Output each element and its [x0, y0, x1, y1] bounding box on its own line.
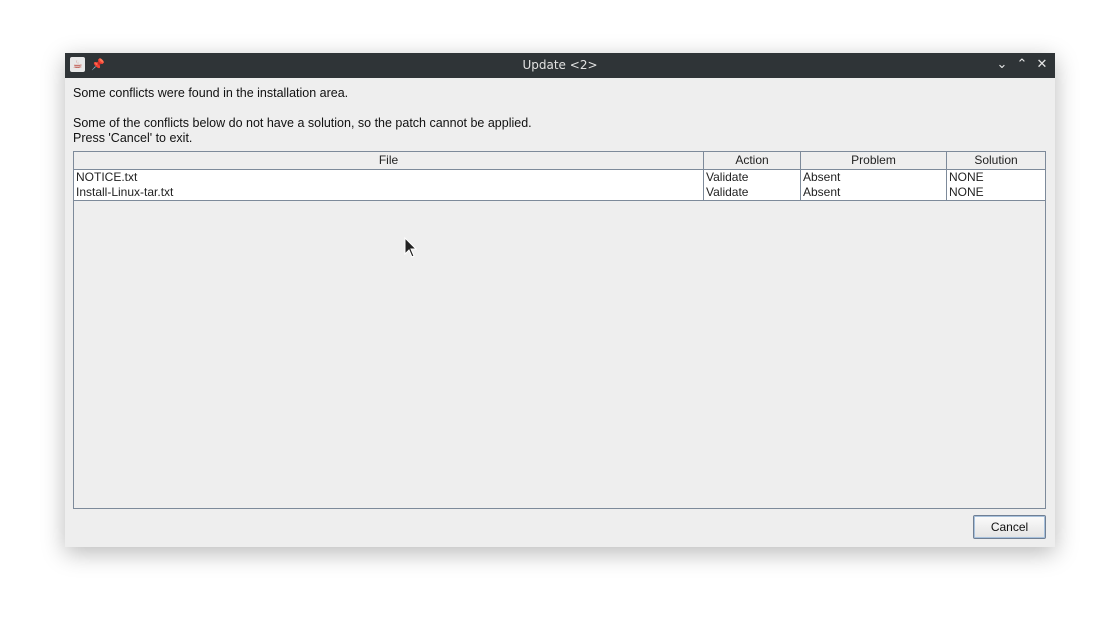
- column-header-solution[interactable]: Solution: [947, 152, 1045, 169]
- cell-action[interactable]: Validate: [704, 170, 801, 185]
- conflicts-table[interactable]: File Action Problem Solution NOTICE.txt …: [73, 151, 1046, 509]
- table-header: File Action Problem Solution: [74, 152, 1045, 170]
- minimize-button[interactable]: ⌄: [994, 57, 1010, 73]
- column-header-problem[interactable]: Problem: [801, 152, 947, 169]
- cell-file[interactable]: Install-Linux-tar.txt: [74, 185, 704, 200]
- no-solution-message: Some of the conflicts below do not have …: [73, 116, 532, 130]
- conflict-message: Some conflicts were found in the install…: [73, 86, 349, 100]
- cell-action[interactable]: Validate: [704, 185, 801, 200]
- mouse-pointer-icon: [404, 237, 418, 258]
- exit-instruction: Press 'Cancel' to exit.: [73, 131, 193, 145]
- cell-solution[interactable]: NONE: [947, 170, 1045, 185]
- table-row[interactable]: NOTICE.txt Validate Absent NONE: [74, 170, 1045, 186]
- table-row[interactable]: Install-Linux-tar.txt Validate Absent NO…: [74, 185, 1045, 201]
- window-title: Update <2>: [522, 58, 598, 72]
- update-dialog: ☕ 📌 Update <2> ⌄ ⌃ ✕ Some conflicts were…: [65, 53, 1055, 547]
- cell-solution[interactable]: NONE: [947, 185, 1045, 200]
- column-header-file[interactable]: File: [74, 152, 704, 169]
- maximize-button[interactable]: ⌃: [1014, 57, 1030, 73]
- cancel-button[interactable]: Cancel: [973, 515, 1046, 539]
- column-header-action[interactable]: Action: [704, 152, 801, 169]
- title-bar[interactable]: ☕ 📌 Update <2> ⌄ ⌃ ✕: [65, 53, 1055, 78]
- cell-file[interactable]: NOTICE.txt: [74, 170, 704, 185]
- cell-problem[interactable]: Absent: [801, 185, 947, 200]
- close-button[interactable]: ✕: [1034, 57, 1050, 73]
- cell-problem[interactable]: Absent: [801, 170, 947, 185]
